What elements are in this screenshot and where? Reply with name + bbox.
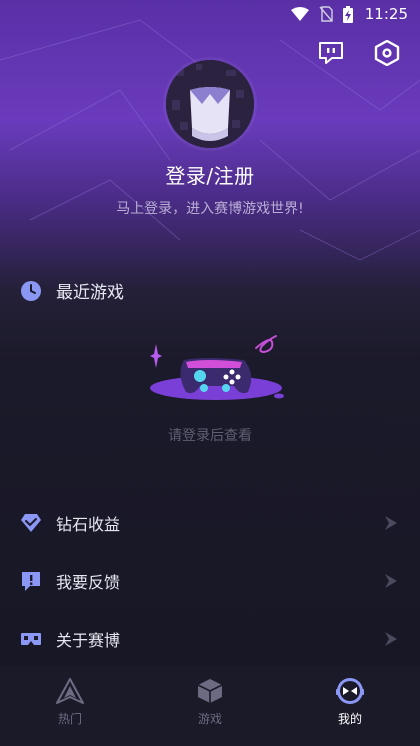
empty-state-text: 请登录后查看 (168, 428, 252, 444)
chevron-right-icon (385, 574, 397, 588)
feedback-icon (20, 570, 42, 592)
chevron-right-icon (385, 516, 397, 530)
nav-tab-games[interactable]: 游戏 (140, 666, 280, 746)
nav-label: 热门 (57, 712, 82, 726)
nav-tab-hot[interactable]: 热门 (0, 666, 140, 746)
cube-icon (195, 676, 225, 706)
recent-games-title: 最近游戏 (56, 283, 124, 303)
menu-label: 钻石收益 (56, 515, 121, 534)
battery-charging-icon (342, 5, 353, 23)
menu-item-feedback[interactable]: 我要反馈 (0, 552, 420, 610)
settings-menu: 钻石收益 我要反馈 关于赛博 (0, 494, 420, 668)
avatar[interactable] (166, 60, 254, 148)
menu-label: 我要反馈 (56, 573, 121, 592)
hot-triangle-icon (55, 676, 85, 706)
background-pattern (0, 19, 420, 261)
diamond-icon (20, 512, 42, 534)
wifi-icon (290, 7, 309, 21)
login-register-link[interactable]: 登录/注册 (0, 160, 420, 189)
message-icon[interactable] (316, 38, 346, 68)
bottom-navigation: 热门 游戏 我的 (0, 666, 420, 746)
mine-mask-icon (335, 676, 365, 706)
settings-icon[interactable] (372, 38, 402, 68)
recent-games-header: 最近游戏 (20, 278, 124, 303)
nav-label: 我的 (337, 712, 362, 726)
login-subtitle: 马上登录，进入赛博游戏世界! (116, 201, 304, 217)
menu-item-about[interactable]: 关于赛博 (0, 610, 420, 668)
nav-tab-mine[interactable]: 我的 (280, 666, 420, 746)
vr-headset-icon (20, 628, 42, 650)
clock-icon (21, 280, 41, 301)
status-bar: 11:25 (0, 0, 420, 30)
clock: 11:25 (364, 5, 408, 23)
menu-label: 关于赛博 (56, 631, 121, 650)
nav-label: 游戏 (197, 712, 222, 726)
gamepad-illustration (150, 335, 284, 400)
no-sim-icon (319, 6, 333, 22)
chevron-right-icon (385, 632, 397, 646)
menu-item-diamond-earnings[interactable]: 钻石收益 (0, 494, 420, 552)
